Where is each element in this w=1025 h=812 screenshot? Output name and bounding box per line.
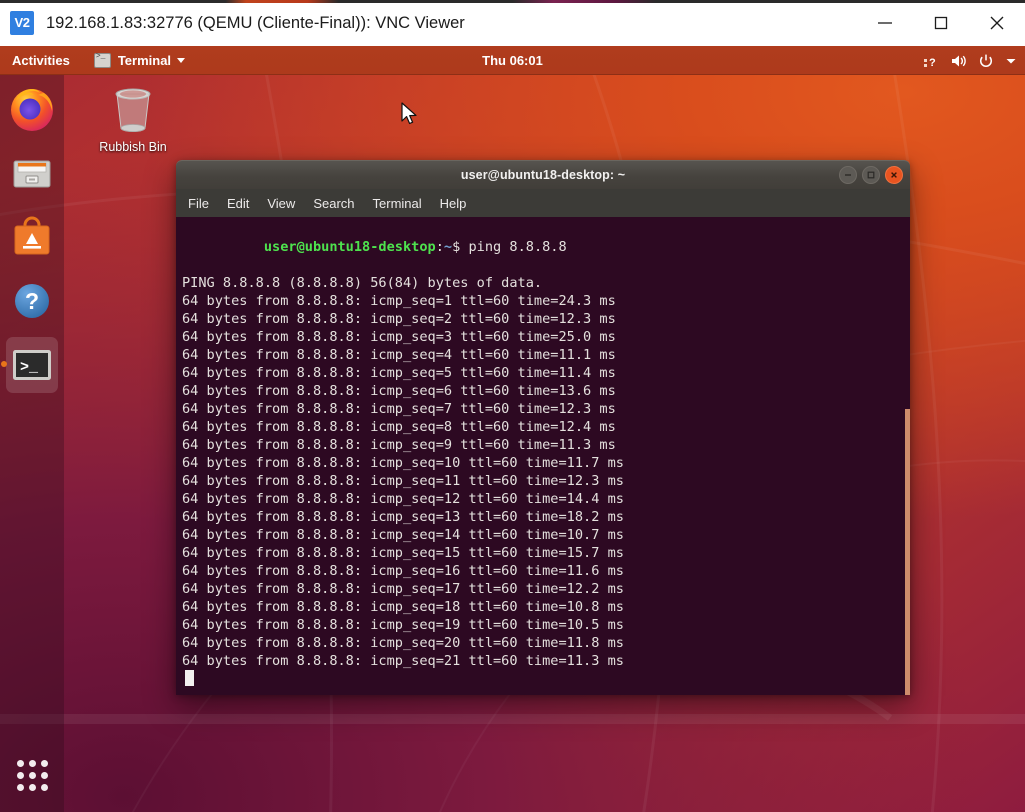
- text-cursor: [185, 670, 194, 686]
- ubuntu-software-icon: [8, 213, 56, 261]
- activities-button[interactable]: Activities: [0, 53, 80, 68]
- prompt-user-host: user@ubuntu18-desktop: [264, 239, 436, 255]
- terminal-output-area[interactable]: user@ubuntu18-desktop:~$ ping 8.8.8.8 PI…: [176, 217, 910, 695]
- network-unknown-icon: ?: [923, 53, 939, 69]
- terminal-output-lines: PING 8.8.8.8 (8.8.8.8) 56(84) bytes of d…: [179, 274, 910, 670]
- menu-view[interactable]: View: [265, 194, 297, 213]
- menu-file[interactable]: File: [186, 194, 211, 213]
- screen-root: V2 192.168.1.83:32776 (QEMU (Cliente-Fin…: [0, 0, 1025, 812]
- minimize-icon[interactable]: [857, 0, 913, 46]
- terminal-line: 64 bytes from 8.8.8.8: icmp_seq=21 ttl=6…: [179, 652, 910, 670]
- vnc-logo-icon: V2: [10, 11, 34, 35]
- apps-grid-icon: [17, 760, 48, 791]
- maximize-icon[interactable]: [913, 0, 969, 46]
- terminal-titlebar[interactable]: user@ubuntu18-desktop: ~: [176, 160, 910, 189]
- terminal-line: PING 8.8.8.8 (8.8.8.8) 56(84) bytes of d…: [179, 274, 910, 292]
- svg-text:>_: >_: [20, 359, 39, 376]
- maximize-icon[interactable]: [862, 166, 880, 184]
- terminal-menubar: File Edit View Search Terminal Help: [176, 189, 910, 217]
- dock-item-software[interactable]: [0, 207, 64, 267]
- firefox-icon: [8, 85, 56, 133]
- terminal-line: 64 bytes from 8.8.8.8: icmp_seq=6 ttl=60…: [179, 382, 910, 400]
- svg-text:?: ?: [25, 288, 39, 314]
- terminal-prompt-line: user@ubuntu18-desktop:~$ ping 8.8.8.8: [179, 220, 910, 274]
- vnc-window-title: 192.168.1.83:32776 (QEMU (Cliente-Final)…: [46, 14, 465, 33]
- dock-item-firefox[interactable]: [0, 79, 64, 139]
- terminal-title: user@ubuntu18-desktop: ~: [176, 168, 910, 182]
- chevron-down-icon: [1005, 55, 1017, 67]
- volume-icon: [950, 53, 967, 69]
- terminal-line: 64 bytes from 8.8.8.8: icmp_seq=4 ttl=60…: [179, 346, 910, 364]
- terminal-line: 64 bytes from 8.8.8.8: icmp_seq=18 ttl=6…: [179, 598, 910, 616]
- menu-edit[interactable]: Edit: [225, 194, 251, 213]
- desktop-icon-label: Rubbish Bin: [99, 140, 166, 154]
- top-bar-left: Activities Terminal: [0, 53, 193, 68]
- terminal-line: 64 bytes from 8.8.8.8: icmp_seq=2 ttl=60…: [179, 310, 910, 328]
- terminal-scrollbar[interactable]: [905, 409, 910, 695]
- vnc-window-titlebar: V2 192.168.1.83:32776 (QEMU (Cliente-Fin…: [0, 0, 1025, 46]
- show-applications-button[interactable]: [0, 746, 64, 804]
- close-icon[interactable]: [885, 166, 903, 184]
- terminal-icon: [94, 53, 111, 68]
- terminal-line: 64 bytes from 8.8.8.8: icmp_seq=19 ttl=6…: [179, 616, 910, 634]
- menu-terminal[interactable]: Terminal: [371, 194, 424, 213]
- menu-search[interactable]: Search: [311, 194, 356, 213]
- terminal-cursor-line: [179, 670, 910, 688]
- minimize-icon[interactable]: [839, 166, 857, 184]
- terminal-icon: >_: [8, 341, 56, 389]
- terminal-line: 64 bytes from 8.8.8.8: icmp_seq=15 ttl=6…: [179, 544, 910, 562]
- terminal-line: 64 bytes from 8.8.8.8: icmp_seq=20 ttl=6…: [179, 634, 910, 652]
- files-icon: [8, 149, 56, 197]
- terminal-window-buttons: [839, 161, 903, 189]
- chevron-down-icon: [177, 58, 185, 63]
- terminal-line: 64 bytes from 8.8.8.8: icmp_seq=16 ttl=6…: [179, 562, 910, 580]
- prompt-colon: :: [436, 239, 444, 255]
- terminal-line: 64 bytes from 8.8.8.8: icmp_seq=13 ttl=6…: [179, 508, 910, 526]
- terminal-line: 64 bytes from 8.8.8.8: icmp_seq=11 ttl=6…: [179, 472, 910, 490]
- terminal-line: 64 bytes from 8.8.8.8: icmp_seq=12 ttl=6…: [179, 490, 910, 508]
- terminal-line: 64 bytes from 8.8.8.8: icmp_seq=9 ttl=60…: [179, 436, 910, 454]
- menu-help[interactable]: Help: [438, 194, 469, 213]
- terminal-window: user@ubuntu18-desktop: ~ File Edit Vie: [176, 160, 910, 694]
- terminal-line: 64 bytes from 8.8.8.8: icmp_seq=3 ttl=60…: [179, 328, 910, 346]
- vnc-window-controls: [857, 0, 1025, 46]
- dock-item-terminal[interactable]: >_: [0, 335, 64, 395]
- svg-text:?: ?: [929, 57, 936, 69]
- close-icon[interactable]: [969, 0, 1025, 46]
- help-icon: ?: [8, 277, 56, 325]
- terminal-line: 64 bytes from 8.8.8.8: icmp_seq=14 ttl=6…: [179, 526, 910, 544]
- desktop-icon-rubbish-bin[interactable]: Rubbish Bin: [92, 82, 174, 154]
- terminal-line: 64 bytes from 8.8.8.8: icmp_seq=10 ttl=6…: [179, 454, 910, 472]
- terminal-line: 64 bytes from 8.8.8.8: icmp_seq=5 ttl=60…: [179, 364, 910, 382]
- dock-item-files[interactable]: [0, 143, 64, 203]
- terminal-line: 64 bytes from 8.8.8.8: icmp_seq=17 ttl=6…: [179, 580, 910, 598]
- app-menu-button[interactable]: Terminal: [86, 53, 193, 68]
- terminal-line: 64 bytes from 8.8.8.8: icmp_seq=7 ttl=60…: [179, 400, 910, 418]
- dock: ? >_: [0, 75, 64, 812]
- terminal-line: 64 bytes from 8.8.8.8: icmp_seq=8 ttl=60…: [179, 418, 910, 436]
- app-menu-label: Terminal: [118, 53, 171, 68]
- terminal-line: 64 bytes from 8.8.8.8: icmp_seq=1 ttl=60…: [179, 292, 910, 310]
- prompt-path: ~: [444, 239, 452, 255]
- terminal-command: ping 8.8.8.8: [460, 239, 566, 255]
- rubbish-bin-icon: [106, 82, 160, 136]
- power-icon: [978, 53, 994, 69]
- dock-item-help[interactable]: ?: [0, 271, 64, 331]
- gnome-top-bar: Activities Terminal Thu 06:01 ?: [0, 46, 1025, 75]
- ubuntu-desktop: Activities Terminal Thu 06:01 ?: [0, 46, 1025, 812]
- system-tray[interactable]: ?: [923, 53, 1017, 69]
